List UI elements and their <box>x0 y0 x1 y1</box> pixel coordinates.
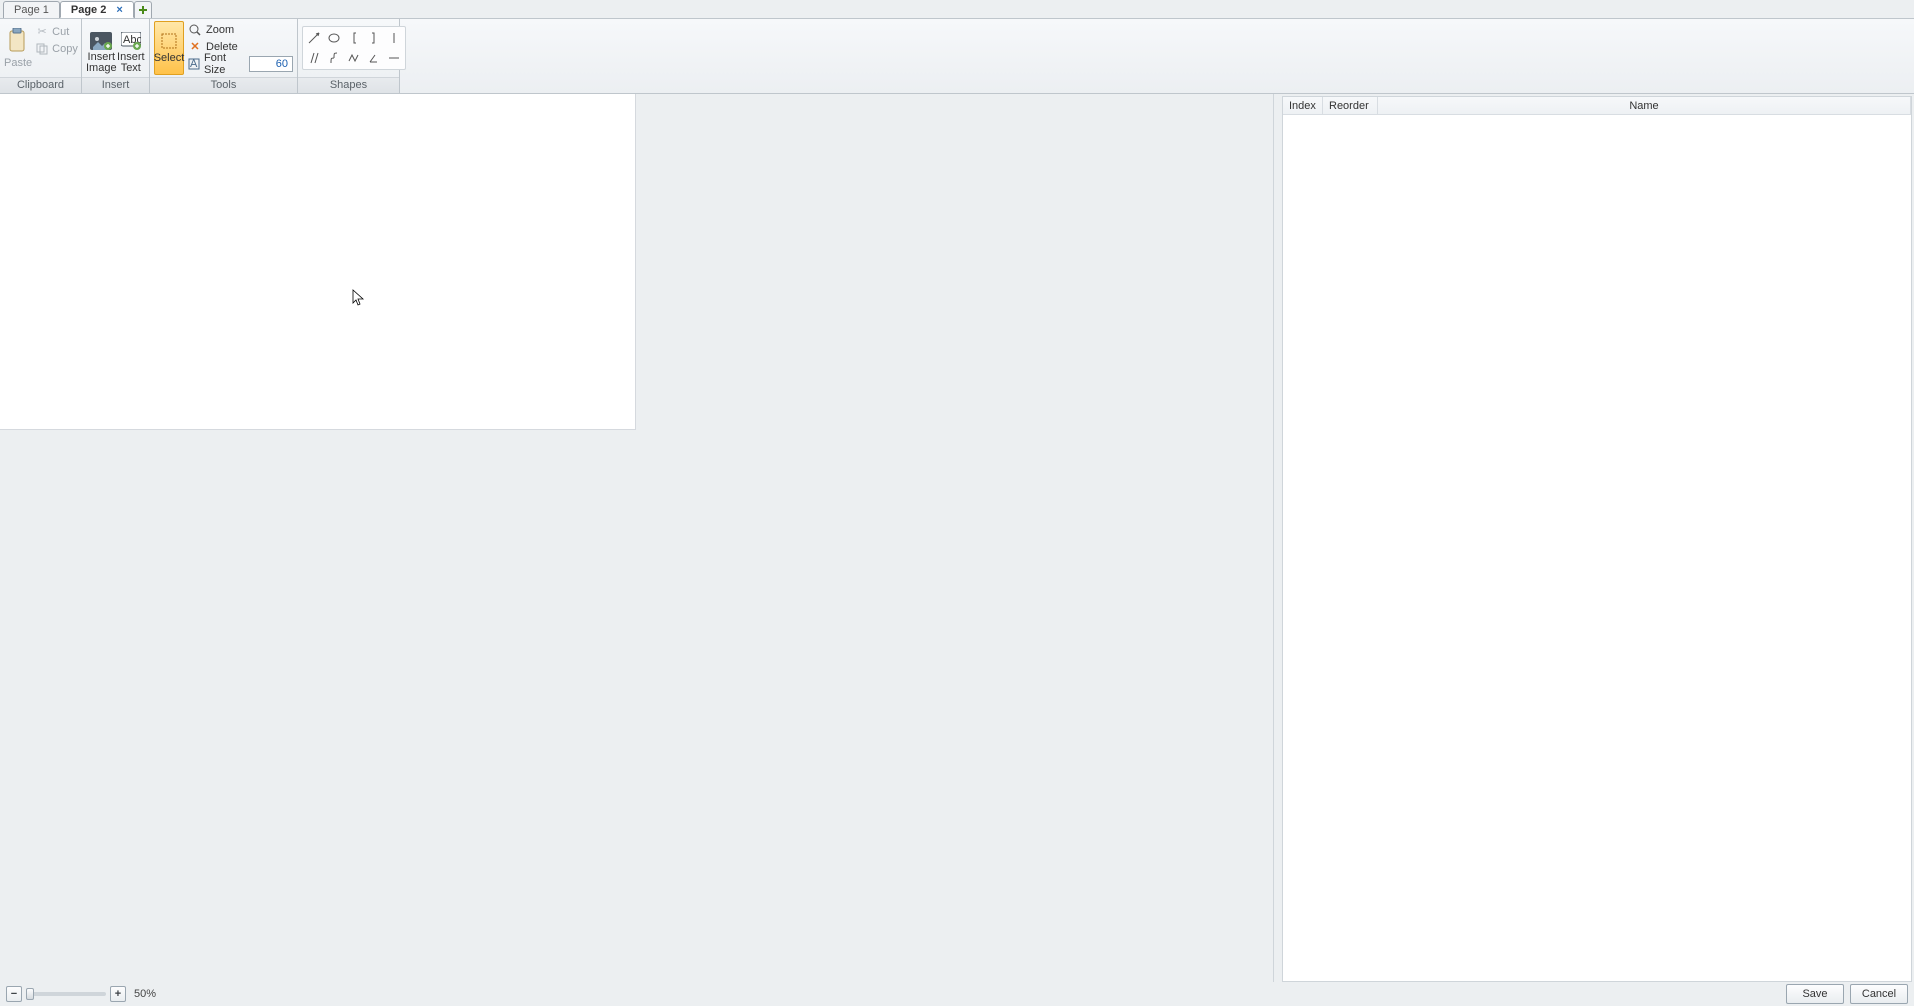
group-label-shapes: Shapes <box>298 77 399 93</box>
copy-icon <box>36 43 48 55</box>
zoom-slider[interactable] <box>26 992 106 996</box>
insert-text-button[interactable]: Abc Insert Text <box>117 21 145 75</box>
shape-angle[interactable] <box>365 49 383 67</box>
side-panel-body <box>1283 115 1911 981</box>
save-button[interactable]: Save <box>1786 984 1844 1004</box>
shape-bracket-right[interactable] <box>365 29 383 47</box>
shape-vline[interactable] <box>385 29 403 47</box>
shape-parallel[interactable] <box>305 49 323 67</box>
tab-label: Page 1 <box>14 4 49 16</box>
delete-icon: ✕ <box>188 40 202 53</box>
svg-text:A: A <box>190 58 198 70</box>
copy-label: Copy <box>52 43 78 55</box>
main-area: Index Reorder Name <box>0 94 1914 982</box>
ribbon: Paste ✂ Cut Copy Clipboard <box>0 18 1914 94</box>
cut-label: Cut <box>52 26 69 38</box>
fontsize-input[interactable] <box>249 56 293 72</box>
group-label-insert: Insert <box>82 77 149 93</box>
select-tool-button[interactable]: Select <box>154 21 184 75</box>
cut-icon: ✂ <box>36 25 48 38</box>
col-reorder-label: Reorder <box>1329 100 1369 112</box>
status-bar: − + 50% Save Cancel <box>0 982 1914 1006</box>
close-tab-icon[interactable]: × <box>116 4 122 16</box>
zoom-percent-label: 50% <box>134 988 156 1000</box>
shape-ellipse[interactable] <box>325 29 343 47</box>
zoom-in-button[interactable]: + <box>110 986 126 1002</box>
zoom-slider-thumb[interactable] <box>26 988 34 1000</box>
insert-image-label: Insert Image <box>86 52 117 74</box>
cursor-icon <box>352 289 366 307</box>
group-shapes: Shapes <box>298 19 400 93</box>
col-name[interactable]: Name <box>1378 97 1911 114</box>
group-insert: Insert Image Abc Insert Text Insert <box>82 19 150 93</box>
group-tools: Select Zoom ✕ Delete A Font Size <box>150 19 298 93</box>
side-panel: Index Reorder Name <box>1282 96 1912 982</box>
col-index-label: Index <box>1289 100 1316 112</box>
insert-image-button[interactable]: Insert Image <box>86 21 117 75</box>
cut-button[interactable]: ✂ Cut <box>32 23 82 40</box>
side-panel-header: Index Reorder Name <box>1283 97 1911 115</box>
text-icon: Abc <box>121 32 141 50</box>
paste-button[interactable]: Paste <box>4 21 32 75</box>
select-label: Select <box>154 52 185 64</box>
shape-bracket-left[interactable] <box>345 29 363 47</box>
zoom-tool-button[interactable]: Zoom <box>188 21 293 38</box>
fontsize-label: Font Size <box>204 52 241 76</box>
zoom-icon <box>188 24 202 36</box>
col-reorder[interactable]: Reorder <box>1323 97 1378 114</box>
zoom-control: − + 50% <box>6 986 156 1002</box>
group-label-clipboard: Clipboard <box>0 77 81 93</box>
tab-page-1[interactable]: Page 1 <box>3 1 60 18</box>
shapes-palette <box>302 26 406 70</box>
zoom-out-button[interactable]: − <box>6 986 22 1002</box>
image-icon <box>90 32 112 50</box>
select-icon <box>160 32 178 50</box>
insert-text-label: Insert Text <box>117 52 145 74</box>
shape-arrow-line[interactable] <box>305 29 323 47</box>
zoom-label: Zoom <box>206 24 234 36</box>
fontsize-icon: A <box>188 58 200 70</box>
group-label-tools: Tools <box>150 77 297 93</box>
col-name-label: Name <box>1629 100 1658 112</box>
canvas-viewport[interactable] <box>0 94 1274 982</box>
shape-zigzag[interactable] <box>345 49 363 67</box>
col-index[interactable]: Index <box>1283 97 1323 114</box>
page-tabs: Page 1 Page 2 × <box>0 0 1914 18</box>
copy-button[interactable]: Copy <box>32 40 82 57</box>
tab-label: Page 2 <box>71 4 106 16</box>
clipboard-icon <box>7 28 29 54</box>
add-tab-button[interactable] <box>134 1 152 18</box>
group-clipboard: Paste ✂ Cut Copy Clipboard <box>0 19 82 93</box>
tab-page-2[interactable]: Page 2 × <box>60 1 134 18</box>
page-surface[interactable] <box>0 94 636 430</box>
shape-hline[interactable] <box>385 49 403 67</box>
shape-wave[interactable] <box>325 49 343 67</box>
paste-label: Paste <box>4 57 32 69</box>
cancel-button[interactable]: Cancel <box>1850 984 1908 1004</box>
fontsize-row: A Font Size <box>188 55 293 72</box>
